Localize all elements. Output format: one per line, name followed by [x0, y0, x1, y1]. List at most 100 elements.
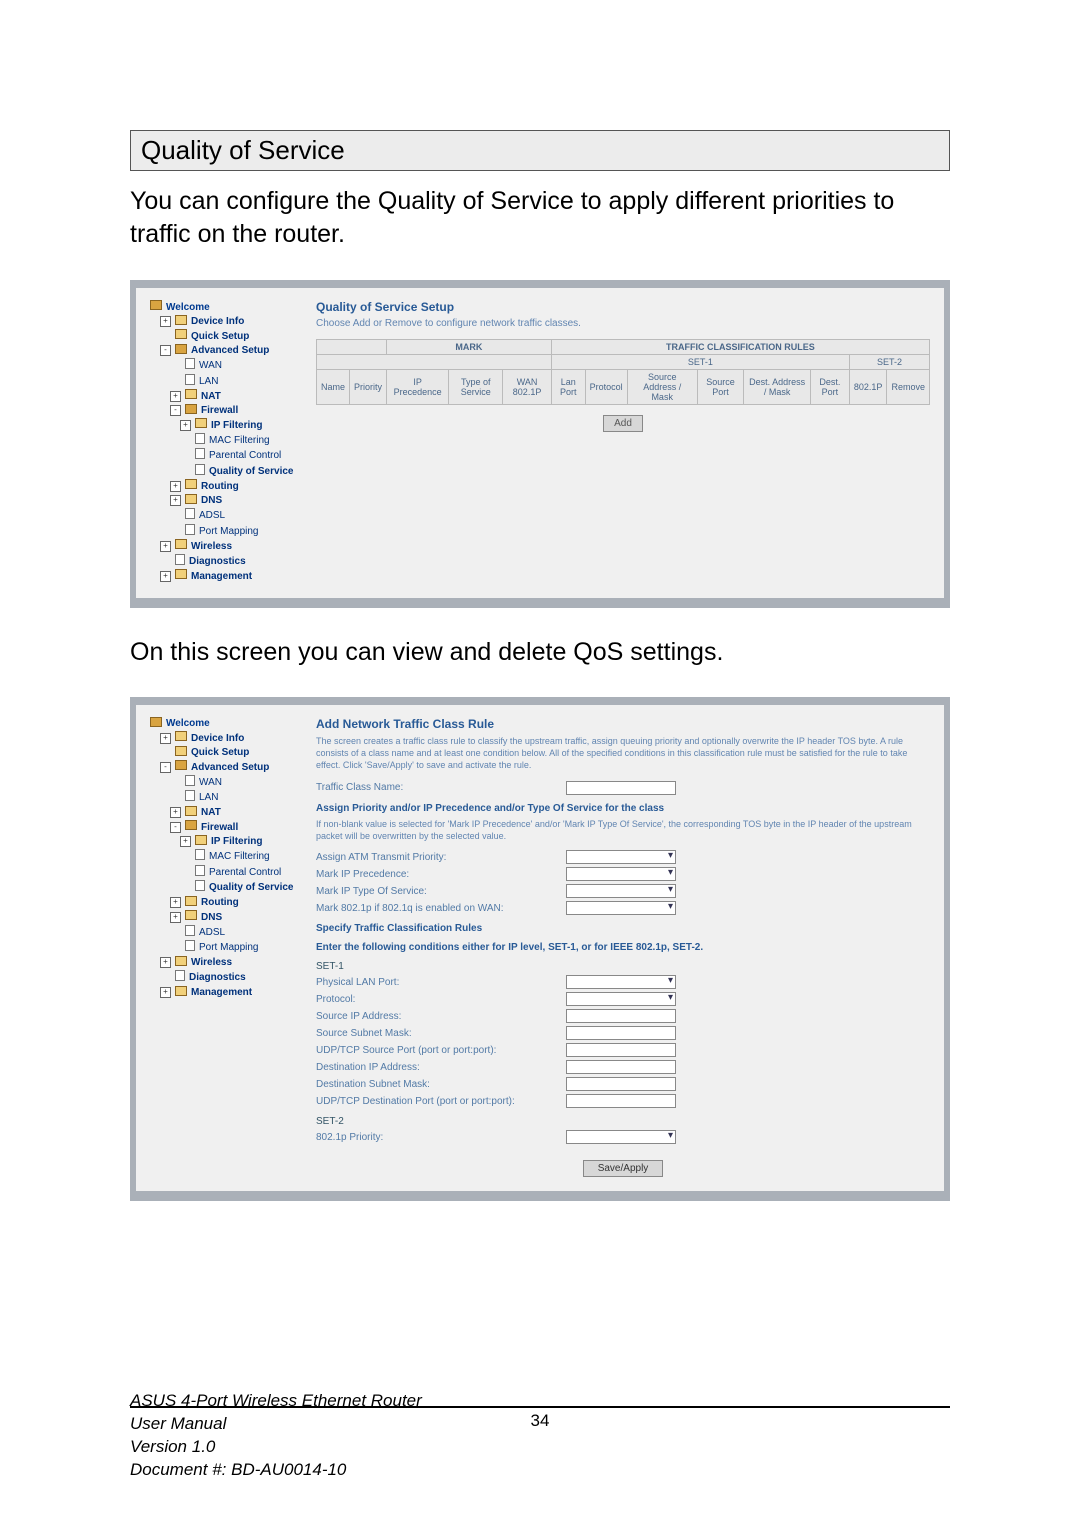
set1-label: SET-1: [316, 961, 930, 972]
nav-item[interactable]: +IP Filtering: [150, 418, 300, 433]
nav-item[interactable]: Diagnostics: [150, 554, 300, 570]
mid-text: On this screen you can view and delete Q…: [130, 638, 950, 667]
save-apply-button[interactable]: Save/Apply: [583, 1160, 664, 1177]
nav-item[interactable]: -Firewall: [150, 404, 300, 419]
nav-item[interactable]: +Wireless: [150, 956, 300, 971]
nav-item[interactable]: MAC Filtering: [150, 433, 300, 449]
nav-item[interactable]: WAN: [150, 775, 300, 791]
nav-item[interactable]: Parental Control: [150, 448, 300, 464]
enter-line: Enter the following conditions either fo…: [316, 942, 930, 953]
qos-column: Source Address / Mask: [627, 370, 697, 405]
nav-label: DNS: [201, 911, 222, 925]
set1-field-input[interactable]: [566, 1060, 676, 1074]
qos-column: Lan Port: [551, 370, 585, 405]
nav-label: Routing: [201, 480, 239, 494]
nav-item[interactable]: +Routing: [150, 896, 300, 911]
nav-item[interactable]: MAC Filtering: [150, 849, 300, 865]
nav-item[interactable]: Diagnostics: [150, 970, 300, 986]
nav-item[interactable]: Port Mapping: [150, 940, 300, 956]
section-heading: Quality of Service: [130, 130, 950, 171]
folder-icon: [185, 820, 197, 835]
nav-item[interactable]: +Routing: [150, 479, 300, 494]
nav-item[interactable]: -Advanced Setup: [150, 760, 300, 775]
mark-field-select[interactable]: [566, 850, 676, 864]
nav-item[interactable]: +Management: [150, 986, 300, 1001]
nav-label: Device Info: [191, 315, 244, 329]
nav-item[interactable]: Parental Control: [150, 865, 300, 881]
nav-item[interactable]: Quick Setup: [150, 746, 300, 761]
set2-priority-select[interactable]: [566, 1130, 676, 1144]
nav-item[interactable]: ADSL: [150, 508, 300, 524]
subhead-set2: SET-2: [849, 355, 929, 370]
page-icon: [175, 554, 185, 570]
qos-column: Protocol: [585, 370, 627, 405]
nav-item[interactable]: LAN: [150, 790, 300, 806]
folder-icon: [175, 986, 187, 1001]
set1-field-label: Physical LAN Port:: [316, 977, 566, 988]
nav-label: Routing: [201, 896, 239, 910]
set1-field-input[interactable]: [566, 1026, 676, 1040]
folder-icon: [185, 479, 197, 494]
set1-field-label: UDP/TCP Destination Port (port or port:p…: [316, 1096, 566, 1107]
nav-label: Quick Setup: [191, 746, 249, 760]
page-icon: [175, 970, 185, 986]
qos-column: Priority: [350, 370, 387, 405]
page-icon: [185, 790, 195, 806]
nav-item[interactable]: Quality of Service: [150, 880, 300, 896]
nav-label: Port Mapping: [199, 941, 258, 955]
qos-column: Source Port: [697, 370, 744, 405]
nav-label: Port Mapping: [199, 525, 258, 539]
nav-label: WAN: [199, 776, 222, 790]
nav-label: Management: [191, 570, 252, 584]
nav-item[interactable]: -Advanced Setup: [150, 344, 300, 359]
traffic-name-input[interactable]: [566, 781, 676, 795]
mark-field-select[interactable]: [566, 901, 676, 915]
add-button[interactable]: Add: [603, 415, 643, 432]
mark-field-select[interactable]: [566, 884, 676, 898]
nav-item[interactable]: +Device Info: [150, 731, 300, 746]
nav-label: MAC Filtering: [209, 434, 270, 448]
set1-field-input[interactable]: [566, 1043, 676, 1057]
set1-field-label: Source Subnet Mask:: [316, 1028, 566, 1039]
nav-item[interactable]: Port Mapping: [150, 524, 300, 540]
mark-field-label: Assign ATM Transmit Priority:: [316, 852, 566, 863]
set1-field-input[interactable]: [566, 1094, 676, 1108]
nav-item[interactable]: +NAT: [150, 389, 300, 404]
folder-icon: [175, 956, 187, 971]
nav-label: Parental Control: [209, 449, 281, 463]
nav-item[interactable]: LAN: [150, 374, 300, 390]
nav-label: IP Filtering: [211, 835, 263, 849]
nav-item[interactable]: +IP Filtering: [150, 835, 300, 850]
nav-label: Quality of Service: [209, 465, 293, 479]
nav-item[interactable]: +Management: [150, 569, 300, 584]
qos-column: WAN 802.1P: [503, 370, 551, 405]
nav-label: ADSL: [199, 509, 225, 523]
traffic-name-label: Traffic Class Name:: [316, 782, 566, 793]
folder-icon: [185, 404, 197, 419]
nav-item[interactable]: +DNS: [150, 494, 300, 509]
page-icon: [195, 865, 205, 881]
nav-item[interactable]: ADSL: [150, 925, 300, 941]
nav-item[interactable]: +NAT: [150, 806, 300, 821]
col-group-mark: MARK: [387, 340, 552, 355]
page-icon: [185, 925, 195, 941]
set1-field-select[interactable]: [566, 992, 676, 1006]
set2-label: SET-2: [316, 1116, 930, 1127]
nav-label: LAN: [199, 375, 218, 389]
nav-item[interactable]: -Firewall: [150, 820, 300, 835]
set1-field-select[interactable]: [566, 975, 676, 989]
set1-field-input[interactable]: [566, 1009, 676, 1023]
nav-item[interactable]: +Device Info: [150, 315, 300, 330]
nav-item[interactable]: +DNS: [150, 910, 300, 925]
nav-item[interactable]: Quick Setup: [150, 329, 300, 344]
nav-item[interactable]: WAN: [150, 358, 300, 374]
nav-item[interactable]: Quality of Service: [150, 464, 300, 480]
mark-field-select[interactable]: [566, 867, 676, 881]
col-group-rules: TRAFFIC CLASSIFICATION RULES: [551, 340, 929, 355]
page-icon: [195, 464, 205, 480]
set1-field-input[interactable]: [566, 1077, 676, 1091]
folder-icon: [175, 731, 187, 746]
nav-label: Advanced Setup: [191, 344, 269, 358]
folder-icon: [175, 569, 187, 584]
nav-item[interactable]: +Wireless: [150, 539, 300, 554]
